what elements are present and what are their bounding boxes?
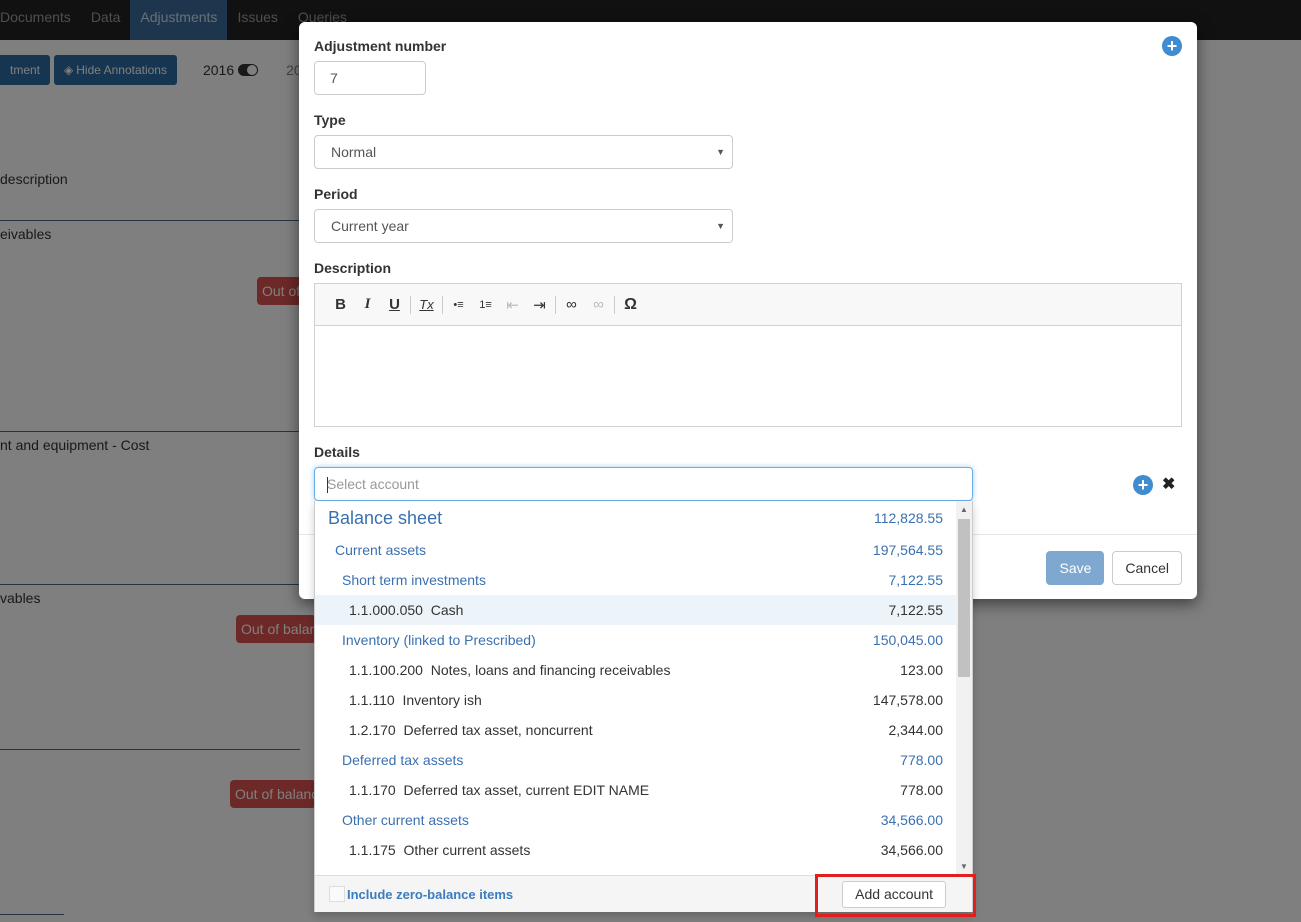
toolbar-separator: [410, 295, 411, 314]
zero-balance-label: Include zero-balance items: [347, 886, 514, 902]
account-option-label: Current assets: [335, 542, 427, 558]
adjustment-number-input[interactable]: 7: [314, 61, 426, 95]
account-placeholder: Select account: [327, 476, 419, 492]
period-value: Current year: [331, 218, 409, 234]
account-option-amount: 123.00: [900, 662, 943, 678]
details-label: Details: [314, 444, 360, 460]
account-dropdown: Balance sheet 112,828.55 Current assets 197…: [314, 501, 973, 912]
account-group-option[interactable]: Inventory (linked to Prescribed) 150,045.…: [315, 625, 957, 655]
description-editor: B I U Tx •≡ 1≡ ⇤ ⇥ ∞ ∞ Ω: [314, 283, 1182, 427]
account-option-amount: 7,122.55: [888, 572, 944, 588]
toolbar-separator: [614, 295, 615, 314]
account-option[interactable]: 1.2.170 Deferred tax asset, noncurrent 2,…: [315, 715, 957, 745]
description-editor-area[interactable]: [315, 326, 1181, 426]
zero-balance-toggle[interactable]: Include zero-balance items: [329, 886, 513, 902]
account-option-label: 1.1.000.050 Cash: [349, 602, 464, 618]
account-group-option[interactable]: Deferred tax assets 778.00: [315, 745, 957, 775]
account-option-amount: 197,564.55: [872, 542, 943, 558]
account-group-option[interactable]: Other current assets 34,566.00: [315, 805, 957, 835]
caret-down-icon: ▼: [716, 221, 725, 231]
remove-format-icon[interactable]: Tx: [413, 293, 440, 317]
caret-down-icon: ▼: [716, 147, 725, 157]
account-list: Balance sheet 112,828.55 Current assets 197…: [315, 501, 957, 875]
numbered-list-icon[interactable]: 1≡: [472, 293, 499, 317]
special-character-icon[interactable]: Ω: [617, 293, 644, 317]
account-option-amount: 112,828.55: [873, 510, 943, 526]
scrollbar-thumb[interactable]: [958, 519, 970, 677]
type-select[interactable]: Normal ▼: [314, 135, 733, 169]
bulleted-list-icon[interactable]: •≡: [445, 293, 472, 317]
indent-icon[interactable]: ⇥: [526, 293, 553, 317]
account-option[interactable]: 1.1.175 Other current assets 34,566.00: [315, 835, 957, 865]
save-button[interactable]: Save: [1046, 551, 1105, 585]
period-label: Period: [314, 186, 358, 202]
type-value: Normal: [331, 144, 377, 160]
account-option-amount: 34,566.00: [880, 842, 943, 858]
account-option-amount: 147,578.00: [872, 692, 943, 708]
description-label: Description: [314, 260, 392, 276]
account-option-label: 1.2.170 Deferred tax asset, noncurrent: [349, 722, 593, 738]
cancel-button[interactable]: Cancel: [1112, 551, 1182, 585]
account-option-label: Inventory (linked to Prescribed): [342, 632, 536, 648]
type-label: Type: [314, 112, 346, 128]
toolbar-separator: [555, 295, 556, 314]
account-option-label: 1.1.175 Other current assets: [349, 842, 531, 858]
zero-balance-checkbox[interactable]: [329, 886, 345, 902]
account-option-amount: 778.00: [900, 782, 943, 798]
account-option[interactable]: 1.1.000.050 Cash 7,122.55: [315, 595, 957, 625]
modal-footer: Save Cancel: [1046, 551, 1182, 585]
account-group-option[interactable]: Short term investments 7,122.55: [315, 565, 957, 595]
account-option-label: Deferred tax assets: [342, 752, 464, 768]
account-option-amount: 7,122.55: [888, 602, 944, 618]
account-option-amount: 150,045.00: [872, 632, 943, 648]
link-icon[interactable]: ∞: [558, 293, 585, 317]
account-search-input[interactable]: Select account: [314, 467, 973, 501]
account-option-label: 1.1.100.200 Notes, loans and financing r…: [349, 662, 671, 678]
account-group-option[interactable]: Balance sheet 112,828.55: [315, 501, 957, 535]
scroll-up-icon[interactable]: ▲: [960, 505, 968, 514]
modal-body: + Adjustment number 7 Type Normal ▼ Peri…: [299, 22, 1197, 535]
period-select[interactable]: Current year ▼: [314, 209, 733, 243]
account-option-label: Balance sheet: [328, 507, 443, 528]
dropdown-scrollbar[interactable]: ▲ ▼: [956, 501, 972, 875]
account-option[interactable]: 1.1.170 Deferred tax asset, current EDIT…: [315, 775, 957, 805]
account-option-amount: 778.00: [900, 752, 943, 768]
account-option-amount: 34,566.00: [880, 812, 943, 828]
annotation-highlight-box: [815, 874, 976, 917]
scroll-down-icon[interactable]: ▼: [960, 862, 968, 871]
unlink-icon[interactable]: ∞: [585, 293, 612, 317]
account-option-label: Other current assets: [342, 812, 469, 828]
italic-icon[interactable]: I: [354, 293, 381, 317]
account-option-label: 1.1.110 Inventory ish: [349, 692, 482, 708]
underline-icon[interactable]: U: [381, 293, 408, 317]
account-group-option[interactable]: Current assets 197,564.55: [315, 535, 957, 565]
account-option-amount: 2,344.00: [888, 722, 944, 738]
adjustment-number-label: Adjustment number: [314, 38, 447, 54]
toolbar-separator: [442, 295, 443, 314]
account-option-label: Short term investments: [342, 572, 486, 588]
account-option-label: 1.1.170 Deferred tax asset, current EDIT…: [349, 782, 650, 798]
account-option[interactable]: 1.1.100.200 Notes, loans and financing r…: [315, 655, 957, 685]
bold-icon[interactable]: B: [327, 293, 354, 317]
add-adjustment-icon[interactable]: +: [1162, 36, 1182, 56]
add-detail-icon[interactable]: +: [1133, 475, 1153, 495]
account-option[interactable]: 1.1.110 Inventory ish 147,578.00: [315, 685, 957, 715]
remove-detail-icon[interactable]: ✖: [1162, 474, 1175, 494]
outdent-icon[interactable]: ⇤: [499, 293, 526, 317]
editor-toolbar: B I U Tx •≡ 1≡ ⇤ ⇥ ∞ ∞ Ω: [315, 284, 1181, 326]
